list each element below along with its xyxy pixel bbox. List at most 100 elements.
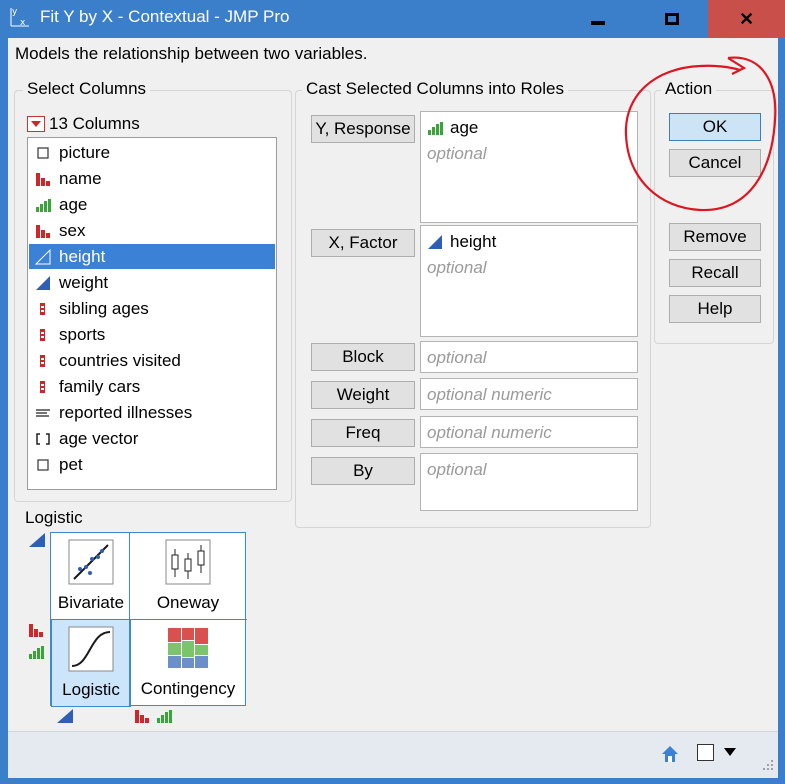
close-button[interactable]: ✕	[708, 0, 785, 38]
vector-icon	[35, 431, 51, 447]
continuous-icon	[34, 248, 51, 265]
red-triangle-menu-icon[interactable]	[27, 116, 45, 132]
column-item-height[interactable]: height	[29, 244, 275, 269]
oneway-cell[interactable]: Oneway	[131, 533, 245, 619]
column-item-label: family cars	[59, 376, 141, 396]
column-item-label: age vector	[59, 428, 139, 448]
column-item-pet[interactable]: pet	[29, 452, 275, 477]
recall-button[interactable]: Recall	[669, 259, 761, 287]
column-item-label: picture	[59, 142, 111, 162]
freq-list[interactable]: optional numeric	[420, 416, 638, 448]
bivariate-label: Bivariate	[57, 593, 125, 612]
by-list[interactable]: optional	[420, 453, 638, 511]
x-factor-list[interactable]: height optional	[420, 225, 638, 337]
content-area: Models the relationship between two vari…	[8, 38, 778, 731]
block-button[interactable]: Block	[311, 343, 415, 371]
column-item-label: name	[59, 168, 102, 188]
column-item-countries-visited[interactable]: countries visited	[29, 348, 275, 373]
ordinal-icon	[35, 197, 51, 213]
nominal-icon	[134, 708, 152, 729]
bivariate-icon	[68, 539, 114, 585]
by-placeholder: optional	[427, 460, 487, 479]
y-response-button[interactable]: Y, Response	[311, 115, 415, 143]
y-response-placeholder: optional	[427, 144, 487, 163]
column-count-header[interactable]: 13 Columns	[27, 114, 140, 134]
weight-button[interactable]: Weight	[311, 381, 415, 409]
column-item-sex[interactable]: sex	[29, 218, 275, 243]
fit-y-by-x-window: y x Fit Y by X - Contextual - JMP Pro ✕ …	[0, 0, 785, 784]
expression-icon	[35, 457, 51, 473]
logistic-cell[interactable]: Logistic	[51, 619, 131, 707]
x-factor-value-label: height	[450, 232, 497, 251]
column-item-sibling-ages[interactable]: sibling ages	[29, 296, 275, 321]
home-icon[interactable]	[660, 744, 680, 764]
y-response-value-label: age	[450, 118, 479, 137]
column-item-name[interactable]: name	[29, 166, 275, 191]
column-item-label: sports	[59, 324, 106, 344]
ordinal-icon	[427, 120, 443, 136]
multiple-response-icon	[35, 327, 51, 343]
multiple-response-icon	[35, 379, 51, 395]
logistic-icon	[68, 626, 114, 672]
help-button[interactable]: Help	[669, 295, 761, 323]
jmp-fit-icon: y x	[9, 6, 31, 28]
ordinal-icon	[28, 644, 46, 665]
cancel-button[interactable]: Cancel	[669, 149, 761, 177]
column-item-label: weight	[59, 272, 109, 292]
column-list[interactable]: picture name age sex height weight sibli…	[27, 137, 277, 490]
contingency-label: Contingency	[140, 679, 236, 698]
maximize-button[interactable]	[636, 0, 708, 38]
chevron-down-icon[interactable]	[724, 748, 736, 756]
cast-roles-label: Cast Selected Columns into Roles	[302, 79, 568, 99]
column-item-label: reported illnesses	[59, 402, 193, 422]
contingency-cell[interactable]: Contingency	[131, 619, 245, 705]
freq-button[interactable]: Freq	[311, 419, 415, 447]
weight-list[interactable]: optional numeric	[420, 378, 638, 410]
column-item-age-vector[interactable]: age vector	[29, 426, 275, 451]
window-list-icon[interactable]	[697, 744, 714, 761]
by-button[interactable]: By	[311, 457, 415, 485]
column-item-age[interactable]: age	[29, 192, 275, 217]
minimize-icon	[591, 21, 605, 25]
select-columns-label: Select Columns	[23, 79, 151, 99]
block-list[interactable]: optional	[420, 341, 638, 373]
freq-placeholder: optional numeric	[427, 423, 552, 442]
column-item-reported-illnesses[interactable]: reported illnesses	[29, 400, 275, 425]
grid-divider	[129, 533, 130, 707]
x-factor-button[interactable]: X, Factor	[311, 229, 415, 257]
nominal-icon	[28, 622, 46, 643]
column-item-label: pet	[59, 454, 83, 474]
select-columns-group: Select Columns 13 Columns picture name a…	[14, 79, 292, 502]
column-item-picture[interactable]: picture	[29, 140, 275, 165]
remove-button[interactable]: Remove	[669, 223, 761, 251]
column-item-sports[interactable]: sports	[29, 322, 275, 347]
column-item-weight[interactable]: weight	[29, 270, 275, 295]
bivariate-cell[interactable]: Bivariate	[51, 533, 131, 619]
multiple-response-icon	[35, 301, 51, 317]
minimize-button[interactable]	[562, 0, 634, 38]
column-count-label: 13 Columns	[49, 114, 140, 133]
status-bar	[8, 731, 778, 778]
close-icon: ✕	[738, 8, 755, 29]
nominal-icon	[35, 223, 51, 239]
expression-icon	[35, 145, 51, 161]
ok-button[interactable]: OK	[669, 113, 761, 141]
column-item-label: sex	[59, 220, 86, 240]
title-bar[interactable]: y x Fit Y by X - Contextual - JMP Pro ✕	[0, 0, 785, 38]
action-label: Action	[661, 79, 717, 99]
window-title: Fit Y by X - Contextual - JMP Pro	[40, 7, 290, 26]
column-item-label: height	[59, 246, 106, 266]
cast-roles-group: Cast Selected Columns into Roles Y, Resp…	[295, 79, 651, 528]
logistic-label: Logistic	[62, 680, 120, 699]
x-factor-placeholder: optional	[427, 258, 487, 277]
y-response-value[interactable]: age	[427, 118, 478, 138]
maximize-icon	[665, 13, 679, 25]
resize-grip-icon[interactable]	[760, 756, 774, 770]
oneway-icon	[165, 539, 211, 585]
svg-text:y: y	[12, 7, 18, 17]
y-response-list[interactable]: age optional	[420, 111, 638, 223]
x-factor-value[interactable]: height	[427, 232, 496, 252]
platform-grid: Bivariate Oneway Logistic Contingency	[50, 532, 247, 707]
column-item-family-cars[interactable]: family cars	[29, 374, 275, 399]
action-group: Action OK Cancel Remove Recall Help	[654, 79, 774, 344]
